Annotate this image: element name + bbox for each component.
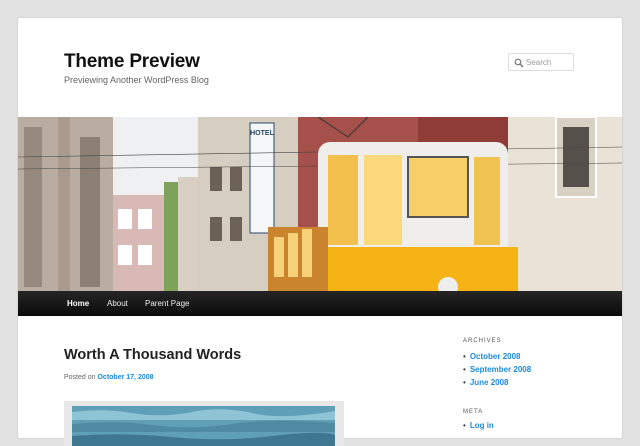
archive-link[interactable]: • October 2008 [463, 351, 521, 362]
post-meta: Posted on October 17, 2008 [64, 373, 154, 383]
meta-widget-title: META [463, 409, 484, 415]
post-date-link[interactable]: October 17, 2008 [97, 374, 153, 381]
search-icon [514, 58, 524, 68]
archive-link[interactable]: • June 2008 [463, 377, 509, 388]
tram-photo: HOTEL [18, 117, 622, 291]
site-title[interactable]: Theme Preview [64, 50, 200, 74]
header-image[interactable]: HOTEL [18, 117, 622, 291]
post-image-frame [64, 401, 344, 446]
posted-on-label: Posted on [64, 374, 96, 381]
nav-item-parent-page[interactable]: Parent Page [145, 291, 189, 316]
search-box[interactable] [508, 53, 574, 71]
page-container: Theme Preview Previewing Another WordPre… [18, 18, 622, 446]
nav-item-home[interactable]: Home [67, 291, 89, 316]
search-input[interactable] [526, 56, 572, 68]
archives-widget-title: ARCHIVES [463, 338, 502, 344]
archive-link[interactable]: • September 2008 [463, 364, 531, 375]
archive-label: September 2008 [469, 365, 532, 374]
svg-text:HOTEL: HOTEL [250, 130, 274, 137]
archive-label: October 2008 [469, 352, 521, 361]
nav-item-about[interactable]: About [107, 291, 128, 316]
post-image[interactable] [72, 406, 335, 446]
post-title[interactable]: Worth A Thousand Words [64, 346, 241, 364]
site-description: Previewing Another WordPress Blog [64, 75, 209, 85]
archive-label: June 2008 [469, 378, 509, 387]
main-navigation: Home About Parent Page [18, 291, 622, 316]
